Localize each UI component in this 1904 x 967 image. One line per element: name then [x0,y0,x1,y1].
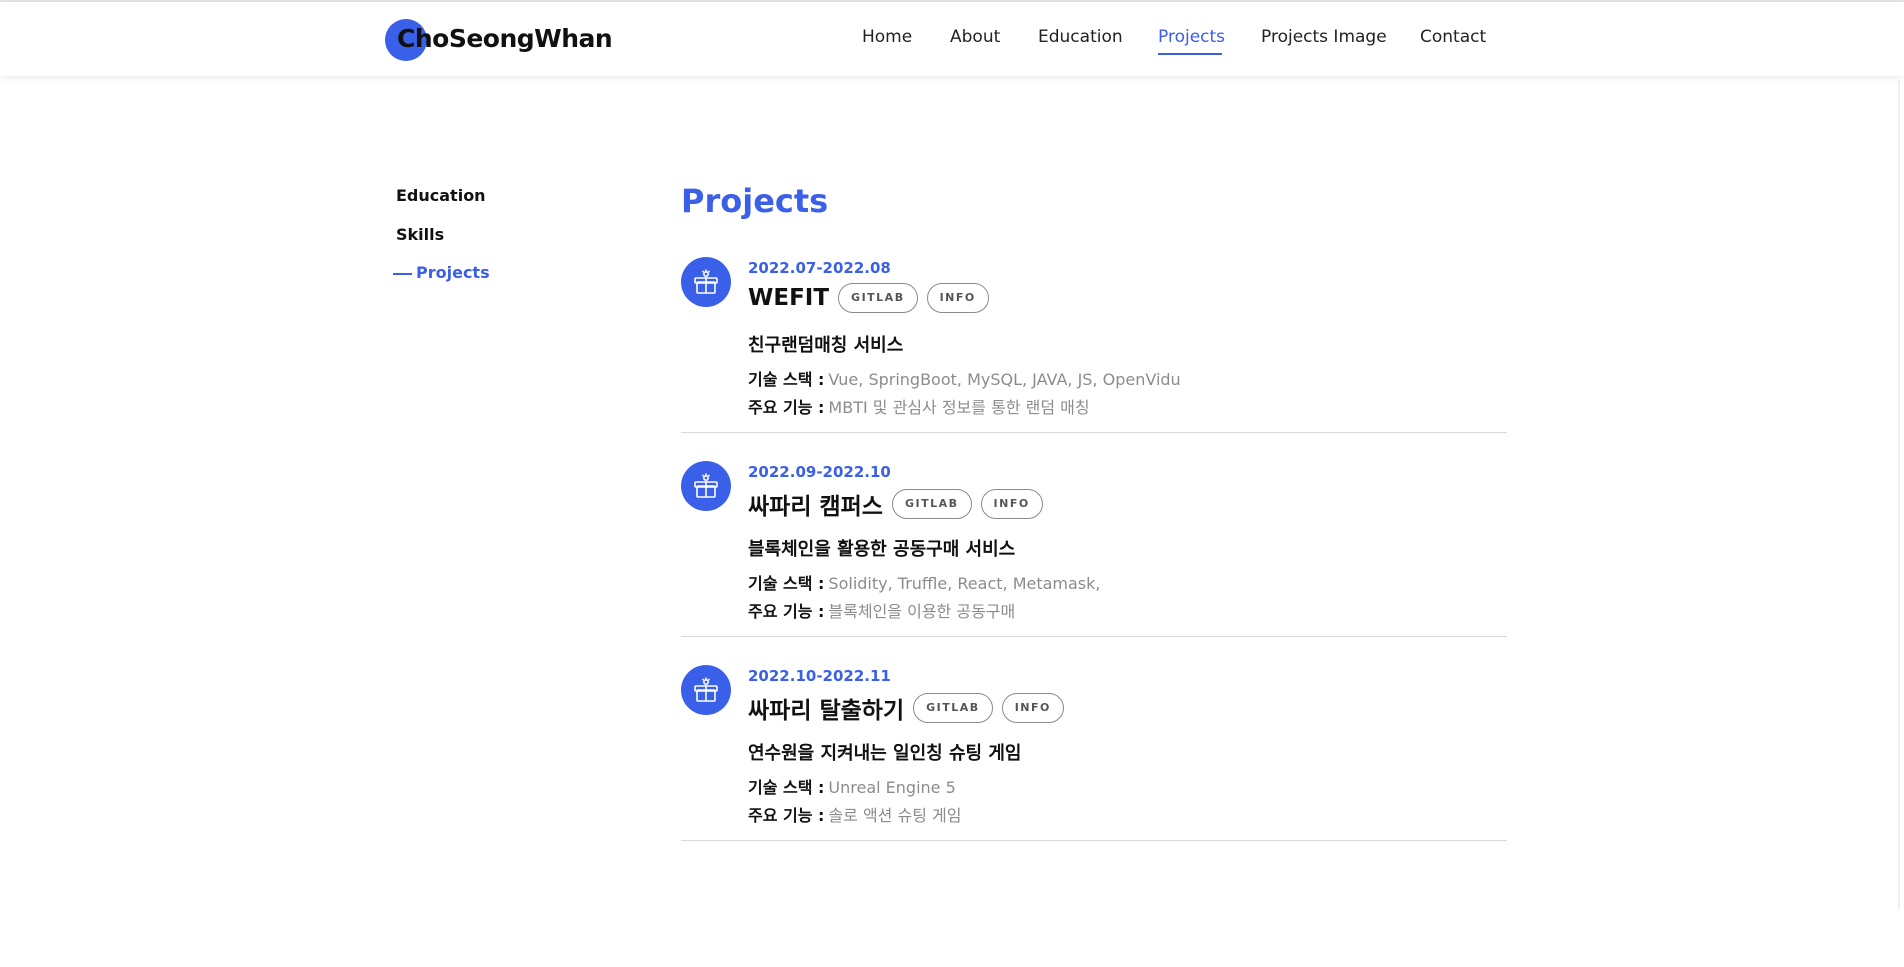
project-date: 2022.09-2022.10 [748,463,891,481]
feature-value: 블록체인을 이용한 공동구매 [828,602,1016,621]
sidebar-item-education[interactable]: Education [396,186,486,205]
project-stack: 기술 스택 : Vue, SpringBoot, MySQL, JAVA, JS,… [748,366,1181,390]
gitlab-button[interactable]: GITLAB [891,489,972,519]
project-item: 2022.10-2022.11 싸파리 탈출하기 GITLAB INFO 연수원… [681,665,1507,841]
project-feature: 주요 기능 : 솔로 액션 슈팅 게임 [748,802,961,826]
site-header: ChoSeongWhan Home About Education Projec… [0,2,1904,76]
project-header: 싸파리 캠퍼스 GITLAB INFO [748,487,1052,521]
logo-text: ChoSeongWhan [397,24,613,53]
feature-label: 주요 기능 : [748,398,825,417]
project-stack: 기술 스택 : Solidity, Truffle, React, Metamas… [748,570,1101,594]
project-header: WEFIT GITLAB INFO [748,283,998,313]
project-item: 2022.07-2022.08 WEFIT GITLAB INFO 친구랜덤매칭… [681,257,1507,433]
project-item: 2022.09-2022.10 싸파리 캠퍼스 GITLAB INFO 블록체인… [681,461,1507,637]
project-name: WEFIT [748,285,830,311]
nav-about[interactable]: About [950,27,1000,47]
nav-projects-image[interactable]: Projects Image [1261,27,1387,47]
page-title: Projects [681,182,829,220]
project-feature: 주요 기능 : 블록체인을 이용한 공동구매 [748,598,1015,622]
project-date: 2022.07-2022.08 [748,259,891,277]
stack-label: 기술 스택 : [748,778,825,797]
feature-value: 솔로 액션 슈팅 게임 [828,806,962,825]
sidebar-item-projects[interactable]: Projects [393,263,490,282]
stack-label: 기술 스택 : [748,370,825,389]
feature-label: 주요 기능 : [748,602,825,621]
sidebar-item-label: Projects [416,263,490,282]
project-description: 연수원을 지켜내는 일인칭 슈팅 게임 [748,743,1022,764]
gift-icon [681,665,731,715]
stack-value: Unreal Engine 5 [828,778,956,797]
info-button[interactable]: INFO [926,283,989,313]
info-button[interactable]: INFO [1001,693,1064,723]
project-description: 친구랜덤매칭 서비스 [748,335,904,356]
stack-value: Vue, SpringBoot, MySQL, JAVA, JS, OpenVi… [828,370,1181,389]
project-date: 2022.10-2022.11 [748,667,891,685]
feature-label: 주요 기능 : [748,806,825,825]
gift-icon [681,461,731,511]
stack-label: 기술 스택 : [748,574,825,593]
project-description: 블록체인을 활용한 공동구매 서비스 [748,539,1016,560]
sidebar-item-skills[interactable]: Skills [396,225,444,244]
nav-active-underline [1158,53,1222,55]
nav-home[interactable]: Home [862,27,912,47]
nav-education[interactable]: Education [1038,27,1123,47]
project-name: 싸파리 캠퍼스 [748,494,883,520]
project-stack: 기술 스택 : Unreal Engine 5 [748,774,956,798]
project-feature: 주요 기능 : MBTI 및 관심사 정보를 통한 랜덤 매칭 [748,394,1090,418]
active-dash [393,272,412,275]
nav-contact[interactable]: Contact [1420,27,1486,47]
stack-value: Solidity, Truffle, React, Metamask, [828,574,1101,593]
scrollbar-track[interactable] [1898,80,1900,910]
feature-value: MBTI 및 관심사 정보를 통한 랜덤 매칭 [828,398,1090,417]
project-header: 싸파리 탈출하기 GITLAB INFO [748,691,1073,725]
project-name: 싸파리 탈출하기 [748,698,905,724]
nav-projects[interactable]: Projects [1158,27,1225,47]
gitlab-button[interactable]: GITLAB [838,283,918,313]
gitlab-button[interactable]: GITLAB [913,693,993,723]
info-button[interactable]: INFO [980,489,1043,519]
gift-icon [681,257,731,307]
